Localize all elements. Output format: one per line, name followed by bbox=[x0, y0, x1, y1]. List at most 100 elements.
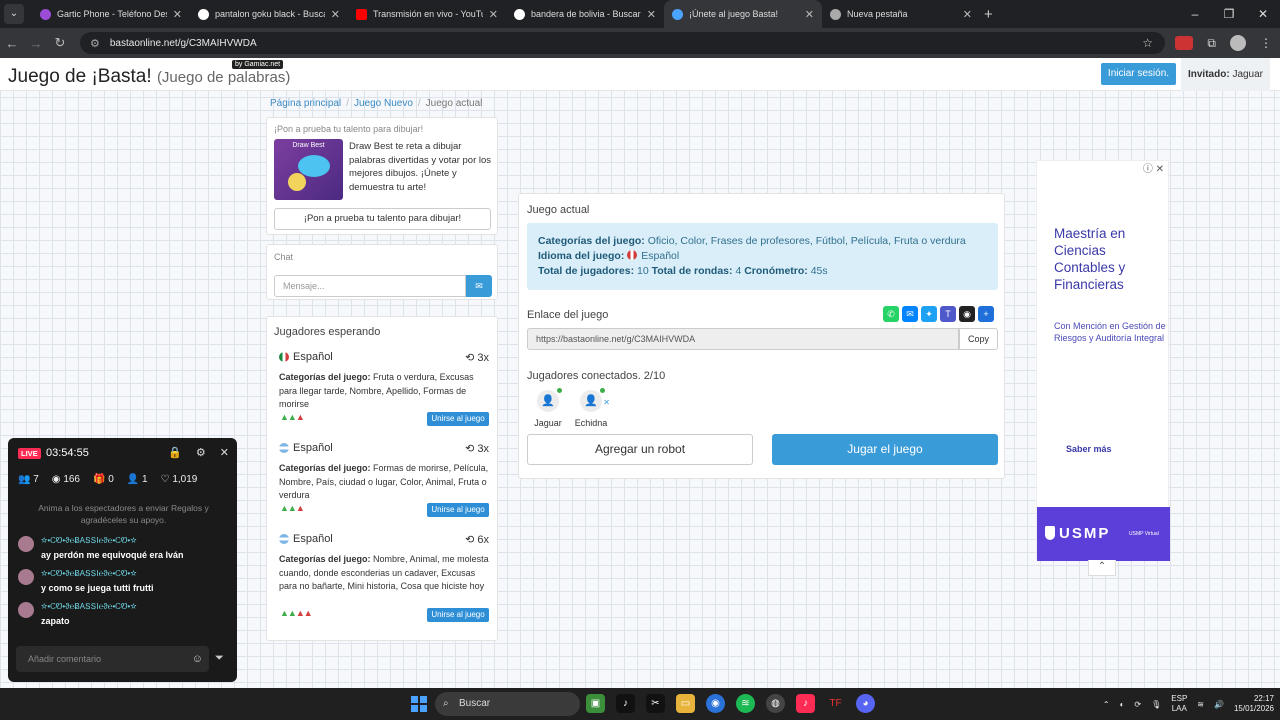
sync-icon[interactable]: ⟳ bbox=[1134, 700, 1141, 709]
browser-tab[interactable]: bandera de bolivia - Buscar con ✕ bbox=[506, 0, 664, 28]
windows-start-icon[interactable] bbox=[411, 696, 427, 712]
add-person-icon: 👤 bbox=[126, 474, 140, 485]
minimize-icon[interactable]: – bbox=[1178, 0, 1212, 28]
tab-close-icon[interactable]: ✕ bbox=[489, 8, 498, 21]
close-icon[interactable]: ✕ bbox=[220, 446, 229, 459]
snapchat-icon[interactable]: ◉ bbox=[959, 306, 975, 322]
spotify-icon[interactable]: ≋ bbox=[736, 694, 755, 713]
lock-icon[interactable]: 🔒 bbox=[168, 446, 182, 459]
forward-icon[interactable]: → bbox=[24, 36, 48, 51]
twitter-icon[interactable]: ✦ bbox=[921, 306, 937, 322]
comment-username[interactable]: ☆•ᏟᏬ•ϑ℮ɃAՏՏI℮ϑ℮•ᏟᏬ•☆ bbox=[41, 602, 137, 612]
plus-icon[interactable]: + bbox=[978, 306, 994, 322]
input-language[interactable]: ESP LAA bbox=[1171, 694, 1187, 714]
browser-tab[interactable]: pantalon goku black - Buscar c ✕ bbox=[190, 0, 348, 28]
chat-message-input[interactable]: Mensaje... bbox=[274, 275, 466, 297]
draw-best-image[interactable]: Draw Best bbox=[274, 139, 343, 200]
tiktok-live-icon[interactable]: ♪ bbox=[796, 694, 815, 713]
tab-title: ¡Únete al juego Basta! bbox=[689, 9, 779, 19]
avatar[interactable] bbox=[18, 569, 34, 585]
chat-title: Chat bbox=[274, 252, 294, 262]
extensions-puzzle-icon[interactable]: ⧉ bbox=[1207, 36, 1216, 51]
connected-player[interactable]: 👤 Jaguar bbox=[528, 388, 568, 428]
browser-tab-bar: ⌄ Gartic Phone - Teléfono Descon ✕ pantal… bbox=[0, 0, 1280, 28]
tab-search-button[interactable]: ⌄ bbox=[4, 4, 24, 24]
join-game-button[interactable]: Unirse al juego bbox=[427, 503, 489, 517]
breadcrumb-new-game-link[interactable]: Juego Nuevo bbox=[354, 98, 413, 109]
ad-cta-link[interactable]: Saber más bbox=[1066, 444, 1112, 454]
emoji-icon[interactable]: ☺ bbox=[192, 646, 203, 672]
tab-close-icon[interactable]: ✕ bbox=[173, 8, 182, 21]
messenger-icon[interactable]: ✉ bbox=[902, 306, 918, 322]
volume-icon[interactable]: 🔊 bbox=[1214, 700, 1224, 709]
site-info-icon[interactable]: ⚙ bbox=[90, 37, 100, 50]
gamiac-badge[interactable]: by Gamiac.net bbox=[232, 60, 284, 69]
site-brand[interactable]: Juego de ¡Basta! (Juego de palabras) bbox=[8, 66, 290, 88]
login-button[interactable]: Iniciar sesión. bbox=[1101, 63, 1176, 85]
ad-banner[interactable]: ⓘ ✕ Maestría en Ciencias Contables y Fin… bbox=[1036, 160, 1170, 561]
room-categories: Categorías del juego: Nombre, Animal, me… bbox=[279, 553, 489, 594]
breadcrumb-home-link[interactable]: Página principal bbox=[270, 98, 341, 109]
microphone-icon[interactable]: 🎙 bbox=[1151, 700, 1161, 709]
profile-avatar-icon[interactable] bbox=[1230, 35, 1246, 51]
maximize-icon[interactable]: ❐ bbox=[1212, 0, 1246, 28]
promo-button[interactable]: ¡Pon a prueba tu talento para dibujar! bbox=[274, 208, 491, 230]
wifi-icon[interactable]: ≋ bbox=[1197, 700, 1204, 709]
tf-app-icon[interactable]: TF bbox=[826, 694, 845, 713]
comment-username[interactable]: ☆•ᏟᏬ•ϑ℮ɃAՏՏI℮ϑ℮•ᏟᏬ•☆ bbox=[41, 569, 137, 579]
ad-collapse-button[interactable]: ⌃ bbox=[1088, 560, 1116, 576]
room-categories: Categorías del juego: Fruta o verdura, E… bbox=[279, 371, 489, 412]
reload-icon[interactable]: ↻ bbox=[48, 35, 72, 51]
avatar[interactable] bbox=[18, 602, 34, 618]
discord-icon[interactable]: ◕ bbox=[856, 694, 875, 713]
minecraft-icon[interactable]: ▣ bbox=[586, 694, 605, 713]
new-tab-icon[interactable]: + bbox=[984, 6, 993, 23]
teams-icon[interactable]: T bbox=[940, 306, 956, 322]
taskbar-clock[interactable]: 22:17 15/01/2026 bbox=[1234, 694, 1274, 714]
rounds-icon: ⟲ bbox=[465, 534, 475, 546]
settings-icon[interactable]: ⚙ bbox=[196, 446, 206, 459]
play-game-button[interactable]: Jugar el juego bbox=[772, 434, 998, 465]
extension-icon[interactable] bbox=[1175, 36, 1194, 50]
chat-send-button[interactable]: ✉ bbox=[466, 275, 492, 297]
game-link-field[interactable]: https://bastaonline.net/g/C3MAIHVWDA bbox=[527, 328, 959, 350]
join-game-button[interactable]: Unirse al juego bbox=[427, 608, 489, 622]
paint-splash-icon bbox=[298, 155, 330, 177]
back-icon[interactable]: ← bbox=[0, 36, 24, 51]
browser-tab[interactable]: Transmisión en vivo - YouTube ✕ bbox=[348, 0, 506, 28]
whatsapp-icon[interactable]: ✆ bbox=[883, 306, 899, 322]
capcut-icon[interactable]: ✂ bbox=[646, 694, 665, 713]
join-game-button[interactable]: Unirse al juego bbox=[427, 412, 489, 426]
chevron-up-icon[interactable]: ⌃ bbox=[1103, 700, 1110, 709]
tab-close-icon[interactable]: ✕ bbox=[963, 8, 972, 21]
ad-choices-icon[interactable]: ⓘ ✕ bbox=[1143, 160, 1164, 175]
chrome-icon[interactable]: ◉ bbox=[706, 694, 725, 713]
url-field[interactable]: ⚙ bastaonline.net/g/C3MAIHVWDA ☆ bbox=[80, 32, 1165, 54]
tab-close-icon[interactable]: ✕ bbox=[647, 8, 656, 21]
kick-player-icon[interactable]: ✕ bbox=[603, 392, 610, 414]
browser-menu-icon[interactable]: ⋮ bbox=[1260, 36, 1272, 50]
add-robot-button[interactable]: Agregar un robot bbox=[527, 434, 753, 465]
tab-close-icon[interactable]: ✕ bbox=[331, 8, 340, 21]
current-game-panel: Juego actual Categorías del juego: Ofici… bbox=[518, 193, 1005, 479]
add-comment-input[interactable]: Añadir comentario ☺ bbox=[16, 646, 209, 672]
tiktok-icon[interactable]: ♪ bbox=[616, 694, 635, 713]
tab-close-icon[interactable]: ✕ bbox=[805, 8, 814, 21]
filter-icon[interactable]: ⏷ bbox=[215, 652, 224, 665]
close-window-icon[interactable]: ✕ bbox=[1246, 0, 1280, 28]
app-icon[interactable]: ◍ bbox=[766, 694, 785, 713]
browser-tab[interactable]: Gartic Phone - Teléfono Descon ✕ bbox=[32, 0, 190, 28]
room-language: Español bbox=[279, 351, 333, 363]
connected-player[interactable]: 👤 ✕ Echidna bbox=[571, 388, 611, 428]
tray-app-icon[interactable]: ◐ bbox=[1120, 700, 1125, 709]
copy-link-button[interactable]: Copy bbox=[959, 328, 998, 350]
browser-tab[interactable]: Nueva pestaña ✕ bbox=[822, 0, 980, 28]
comment-username[interactable]: ☆•ᏟᏬ•ϑ℮ɃAՏՏI℮ϑ℮•ᏟᏬ•☆ bbox=[41, 536, 137, 546]
waiting-room: Español ⟲ 3x Categorías del juego: Forma… bbox=[279, 442, 489, 522]
browser-tab-active[interactable]: ¡Únete al juego Basta! ✕ bbox=[664, 0, 822, 28]
file-explorer-icon[interactable]: ▭ bbox=[676, 694, 695, 713]
avatar[interactable] bbox=[18, 536, 34, 552]
bookmark-star-icon[interactable]: ☆ bbox=[1142, 36, 1153, 50]
taskbar-search[interactable]: ⌕ Buscar bbox=[435, 692, 580, 716]
player-name: Echidna bbox=[574, 418, 608, 428]
